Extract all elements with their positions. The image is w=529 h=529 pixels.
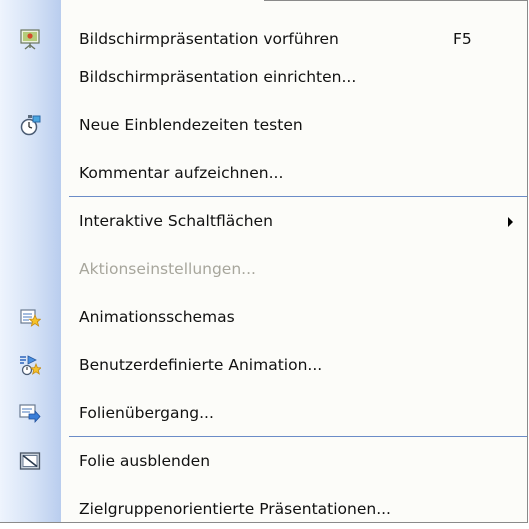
stopwatch-icon — [19, 114, 41, 136]
menu-item-label: Kommentar aufzeichnen... — [79, 164, 284, 182]
presentation-screen-icon — [19, 28, 41, 50]
custom-animation-icon — [19, 354, 41, 376]
menu-item-rehearse-timings[interactable]: Neue Einblendezeiten testen — [0, 107, 527, 145]
menu-top-border — [264, 0, 527, 1]
menu-item-animation-schemes[interactable]: Animationsschemas — [0, 299, 527, 337]
menu-item-action-settings[interactable]: Aktionseinstellungen... — [0, 251, 527, 289]
hide-slide-icon — [19, 450, 41, 472]
menu-item-record-narration[interactable]: Kommentar aufzeichnen... — [0, 155, 527, 193]
slide-transition-icon — [19, 402, 41, 424]
submenu-arrow-icon — [508, 217, 513, 227]
menu-item-label: Aktionseinstellungen... — [79, 260, 256, 278]
menu-item-label: Benutzerdefinierte Animation... — [79, 356, 323, 374]
menu-separator — [69, 196, 527, 197]
menu-item-custom-shows[interactable]: Zielgruppenorientierte Präsentationen... — [0, 491, 527, 529]
menu-item-label: Animationsschemas — [79, 308, 235, 326]
slide-show-menu: Bildschirmpräsentation vorführen F5 Bild… — [0, 0, 528, 523]
menu-item-label: Interaktive Schaltflächen — [79, 212, 273, 230]
menu-item-slide-transition[interactable]: Folienübergang... — [0, 395, 527, 433]
menu-item-label: Folie ausblenden — [79, 452, 211, 470]
menu-item-label: Folienübergang... — [79, 404, 214, 422]
menu-item-label: Zielgruppenorientierte Präsentationen... — [79, 500, 391, 518]
menu-item-shortcut: F5 — [453, 30, 472, 48]
menu-item-label: Neue Einblendezeiten testen — [79, 116, 303, 134]
animation-scheme-star-icon — [19, 306, 41, 328]
menu-item-custom-animation[interactable]: Benutzerdefinierte Animation... — [0, 347, 527, 385]
menu-item-label: Bildschirmpräsentation einrichten... — [79, 68, 357, 86]
menu-item-action-buttons[interactable]: Interaktive Schaltflächen — [0, 203, 527, 241]
menu-item-set-up-show[interactable]: Bildschirmpräsentation einrichten... — [0, 59, 527, 97]
menu-separator — [69, 436, 527, 437]
menu-item-view-show[interactable]: Bildschirmpräsentation vorführen F5 — [0, 21, 527, 59]
menu-item-label: Bildschirmpräsentation vorführen — [79, 30, 339, 48]
menu-item-hide-slide[interactable]: Folie ausblenden — [0, 443, 527, 481]
